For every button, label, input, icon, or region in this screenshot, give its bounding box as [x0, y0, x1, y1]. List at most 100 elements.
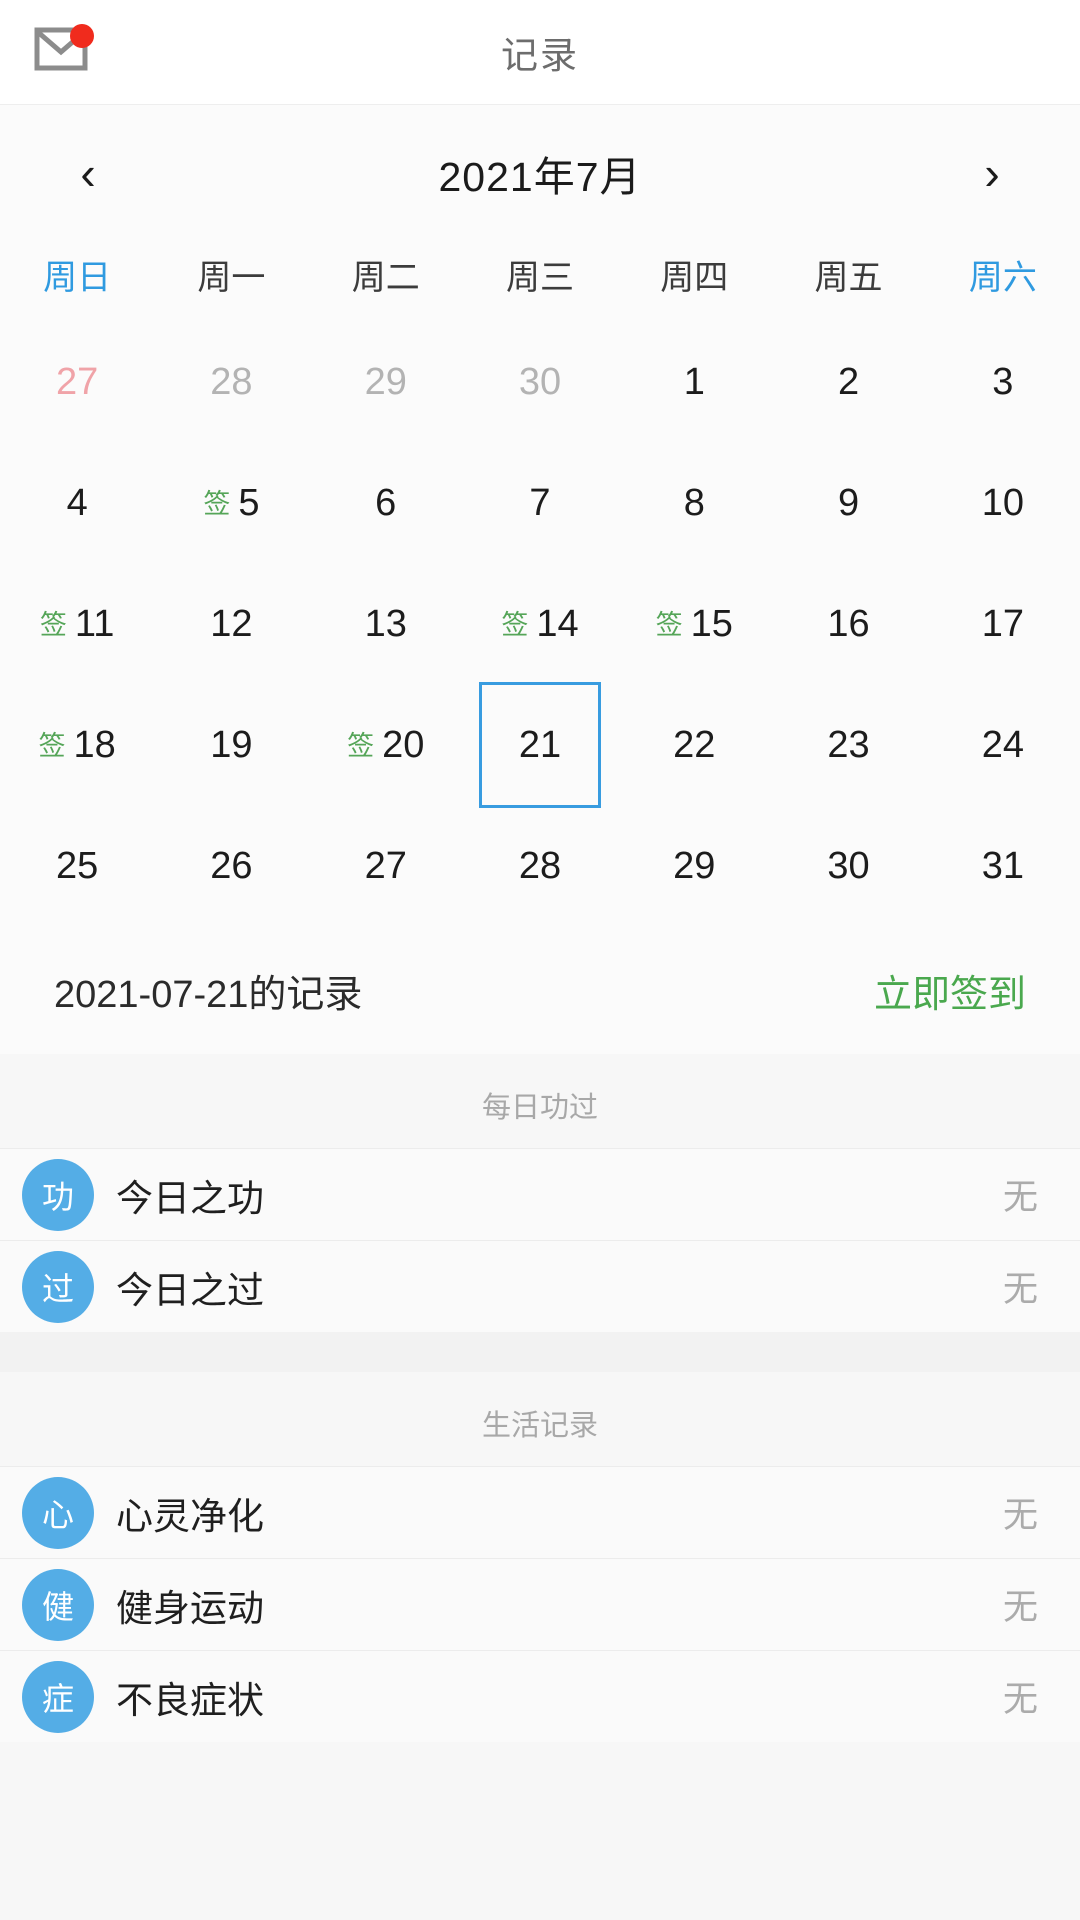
day-number: 27 [364, 844, 407, 887]
calendar-day-cell[interactable]: 9 [771, 442, 925, 563]
sections-container: 每日功过功今日之功无过今日之过无生活记录心心灵净化无健健身运动无症不良症状无 [0, 1054, 1080, 1742]
day-number: 2 [837, 360, 860, 403]
page-title: 记录 [501, 35, 579, 76]
day-number: 4 [66, 481, 88, 524]
day-cell-content: 23 [827, 726, 869, 764]
check-in-button[interactable]: 立即签到 [874, 963, 1026, 1018]
calendar-day-cell[interactable]: 24 [926, 684, 1080, 805]
calendar-day-cell[interactable]: 16 [771, 563, 925, 684]
day-cell-content: 27 [56, 363, 98, 401]
day-cell-content: 8 [684, 484, 705, 522]
day-cell-content: 1 [684, 363, 705, 401]
calendar-day-cell[interactable]: 3 [926, 321, 1080, 442]
day-cell-content: 28 [519, 847, 561, 885]
weekday-header-4: 周四 [660, 258, 729, 297]
day-number: 14 [536, 602, 579, 645]
calendar-day-cell[interactable]: 21 [463, 681, 617, 808]
record-section: 生活记录心心灵净化无健健身运动无症不良症状无 [0, 1372, 1080, 1742]
calendar-day-cell[interactable]: 12 [154, 563, 308, 684]
day-cell-content: 28 [210, 363, 252, 401]
weekday-header-row: 周日 周一 周二 周三 周四 周五 周六 [0, 227, 1080, 321]
calendar-day-cell[interactable]: 4 [0, 442, 154, 563]
calendar-day-cell[interactable]: 1 [617, 321, 771, 442]
day-number: 31 [981, 844, 1024, 887]
calendar-day-cell[interactable]: 13 [309, 563, 463, 684]
calendar-grid: 27 28 29 30 1 2 3 4 签 5 6 7 8 9 10 签 11 12 13 签 14 签 15 16 17 签 18… [0, 321, 1080, 926]
record-avatar: 功 [22, 1158, 94, 1231]
mail-button[interactable] [34, 24, 100, 82]
day-cell-content: 10 [982, 484, 1024, 522]
day-cell-content: 24 [982, 726, 1024, 764]
day-cell-content: 29 [673, 847, 715, 885]
day-number: 1 [683, 360, 705, 403]
calendar-day-cell[interactable]: 31 [926, 805, 1080, 926]
record-row-label: 今日之过 [116, 1269, 264, 1311]
calendar-day-cell[interactable]: 签 20 [309, 684, 463, 805]
calendar-day-cell[interactable]: 签 18 [0, 684, 154, 805]
record-avatar: 症 [22, 1660, 94, 1733]
record-row-value: 无 [1002, 1270, 1038, 1309]
day-cell-content: 31 [982, 847, 1024, 885]
calendar-day-cell[interactable]: 27 [309, 805, 463, 926]
record-row-label: 健身运动 [116, 1587, 264, 1629]
day-cell-content: 19 [210, 726, 252, 764]
day-number: 29 [364, 360, 407, 403]
calendar-day-cell[interactable]: 29 [617, 805, 771, 926]
section-divider [0, 1332, 1080, 1372]
calendar-week-row: 签 11 12 13 签 14 签 15 16 17 [0, 563, 1080, 684]
section-title: 每日功过 [481, 1092, 598, 1124]
day-number: 10 [981, 481, 1024, 524]
day-number: 24 [981, 723, 1024, 766]
day-number: 8 [683, 481, 705, 524]
day-number: 29 [673, 844, 716, 887]
day-cell-content: 签 15 [656, 605, 733, 643]
weekday-header-5: 周五 [814, 258, 883, 297]
calendar-day-cell[interactable]: 28 [154, 321, 308, 442]
calendar-day-cell[interactable]: 签 15 [617, 563, 771, 684]
prev-month-chevron-icon[interactable]: ‹ [58, 150, 118, 196]
record-row[interactable]: 症不良症状 无 [0, 1650, 1080, 1742]
calendar-day-cell[interactable]: 17 [926, 563, 1080, 684]
calendar-day-cell[interactable]: 27 [0, 321, 154, 442]
calendar-day-cell[interactable]: 28 [463, 805, 617, 926]
calendar-day-cell[interactable]: 23 [771, 684, 925, 805]
current-month-label: 2021年7月 [438, 154, 642, 200]
day-number: 19 [210, 723, 253, 766]
day-number: 11 [74, 602, 115, 645]
calendar-day-cell[interactable]: 22 [617, 684, 771, 805]
record-row[interactable]: 健健身运动 无 [0, 1558, 1080, 1650]
calendar-day-cell[interactable]: 30 [771, 805, 925, 926]
record-row-list: 功今日之功无过今日之过无 [0, 1148, 1080, 1332]
record-row[interactable]: 心心灵净化 无 [0, 1466, 1080, 1558]
day-number: 18 [73, 723, 116, 766]
calendar-day-cell[interactable]: 7 [463, 442, 617, 563]
calendar-day-cell[interactable]: 签5 [154, 442, 308, 563]
calendar-day-cell[interactable]: 26 [154, 805, 308, 926]
calendar-day-cell[interactable]: 6 [309, 442, 463, 563]
day-cell-content: 27 [365, 847, 407, 885]
day-number: 16 [827, 602, 870, 645]
calendar-day-cell[interactable]: 30 [463, 321, 617, 442]
calendar-day-cell[interactable]: 2 [771, 321, 925, 442]
day-number: 13 [364, 602, 407, 645]
calendar-day-cell[interactable]: 25 [0, 805, 154, 926]
next-month-chevron-icon[interactable]: › [962, 150, 1022, 196]
day-number: 30 [827, 844, 870, 887]
record-row[interactable]: 过今日之过 无 [0, 1240, 1080, 1332]
calendar-day-cell[interactable]: 29 [309, 321, 463, 442]
calendar-day-cell[interactable]: 19 [154, 684, 308, 805]
app-header: 记录 [0, 0, 1080, 105]
calendar-day-cell[interactable]: 签 11 [0, 563, 154, 684]
signed-in-marker-icon: 签 [347, 730, 375, 761]
record-row-value: 无 [1002, 1178, 1038, 1217]
calendar-day-cell[interactable]: 8 [617, 442, 771, 563]
day-number: 30 [518, 360, 562, 403]
calendar-day-cell[interactable]: 10 [926, 442, 1080, 563]
day-cell-content: 13 [365, 605, 407, 643]
record-row[interactable]: 功今日之功 无 [0, 1148, 1080, 1240]
day-cell-content: 26 [210, 847, 252, 885]
day-cell-content: 4 [67, 484, 88, 522]
calendar-day-cell[interactable]: 签 14 [463, 563, 617, 684]
record-avatar: 过 [22, 1250, 94, 1323]
day-number: 27 [56, 360, 99, 403]
